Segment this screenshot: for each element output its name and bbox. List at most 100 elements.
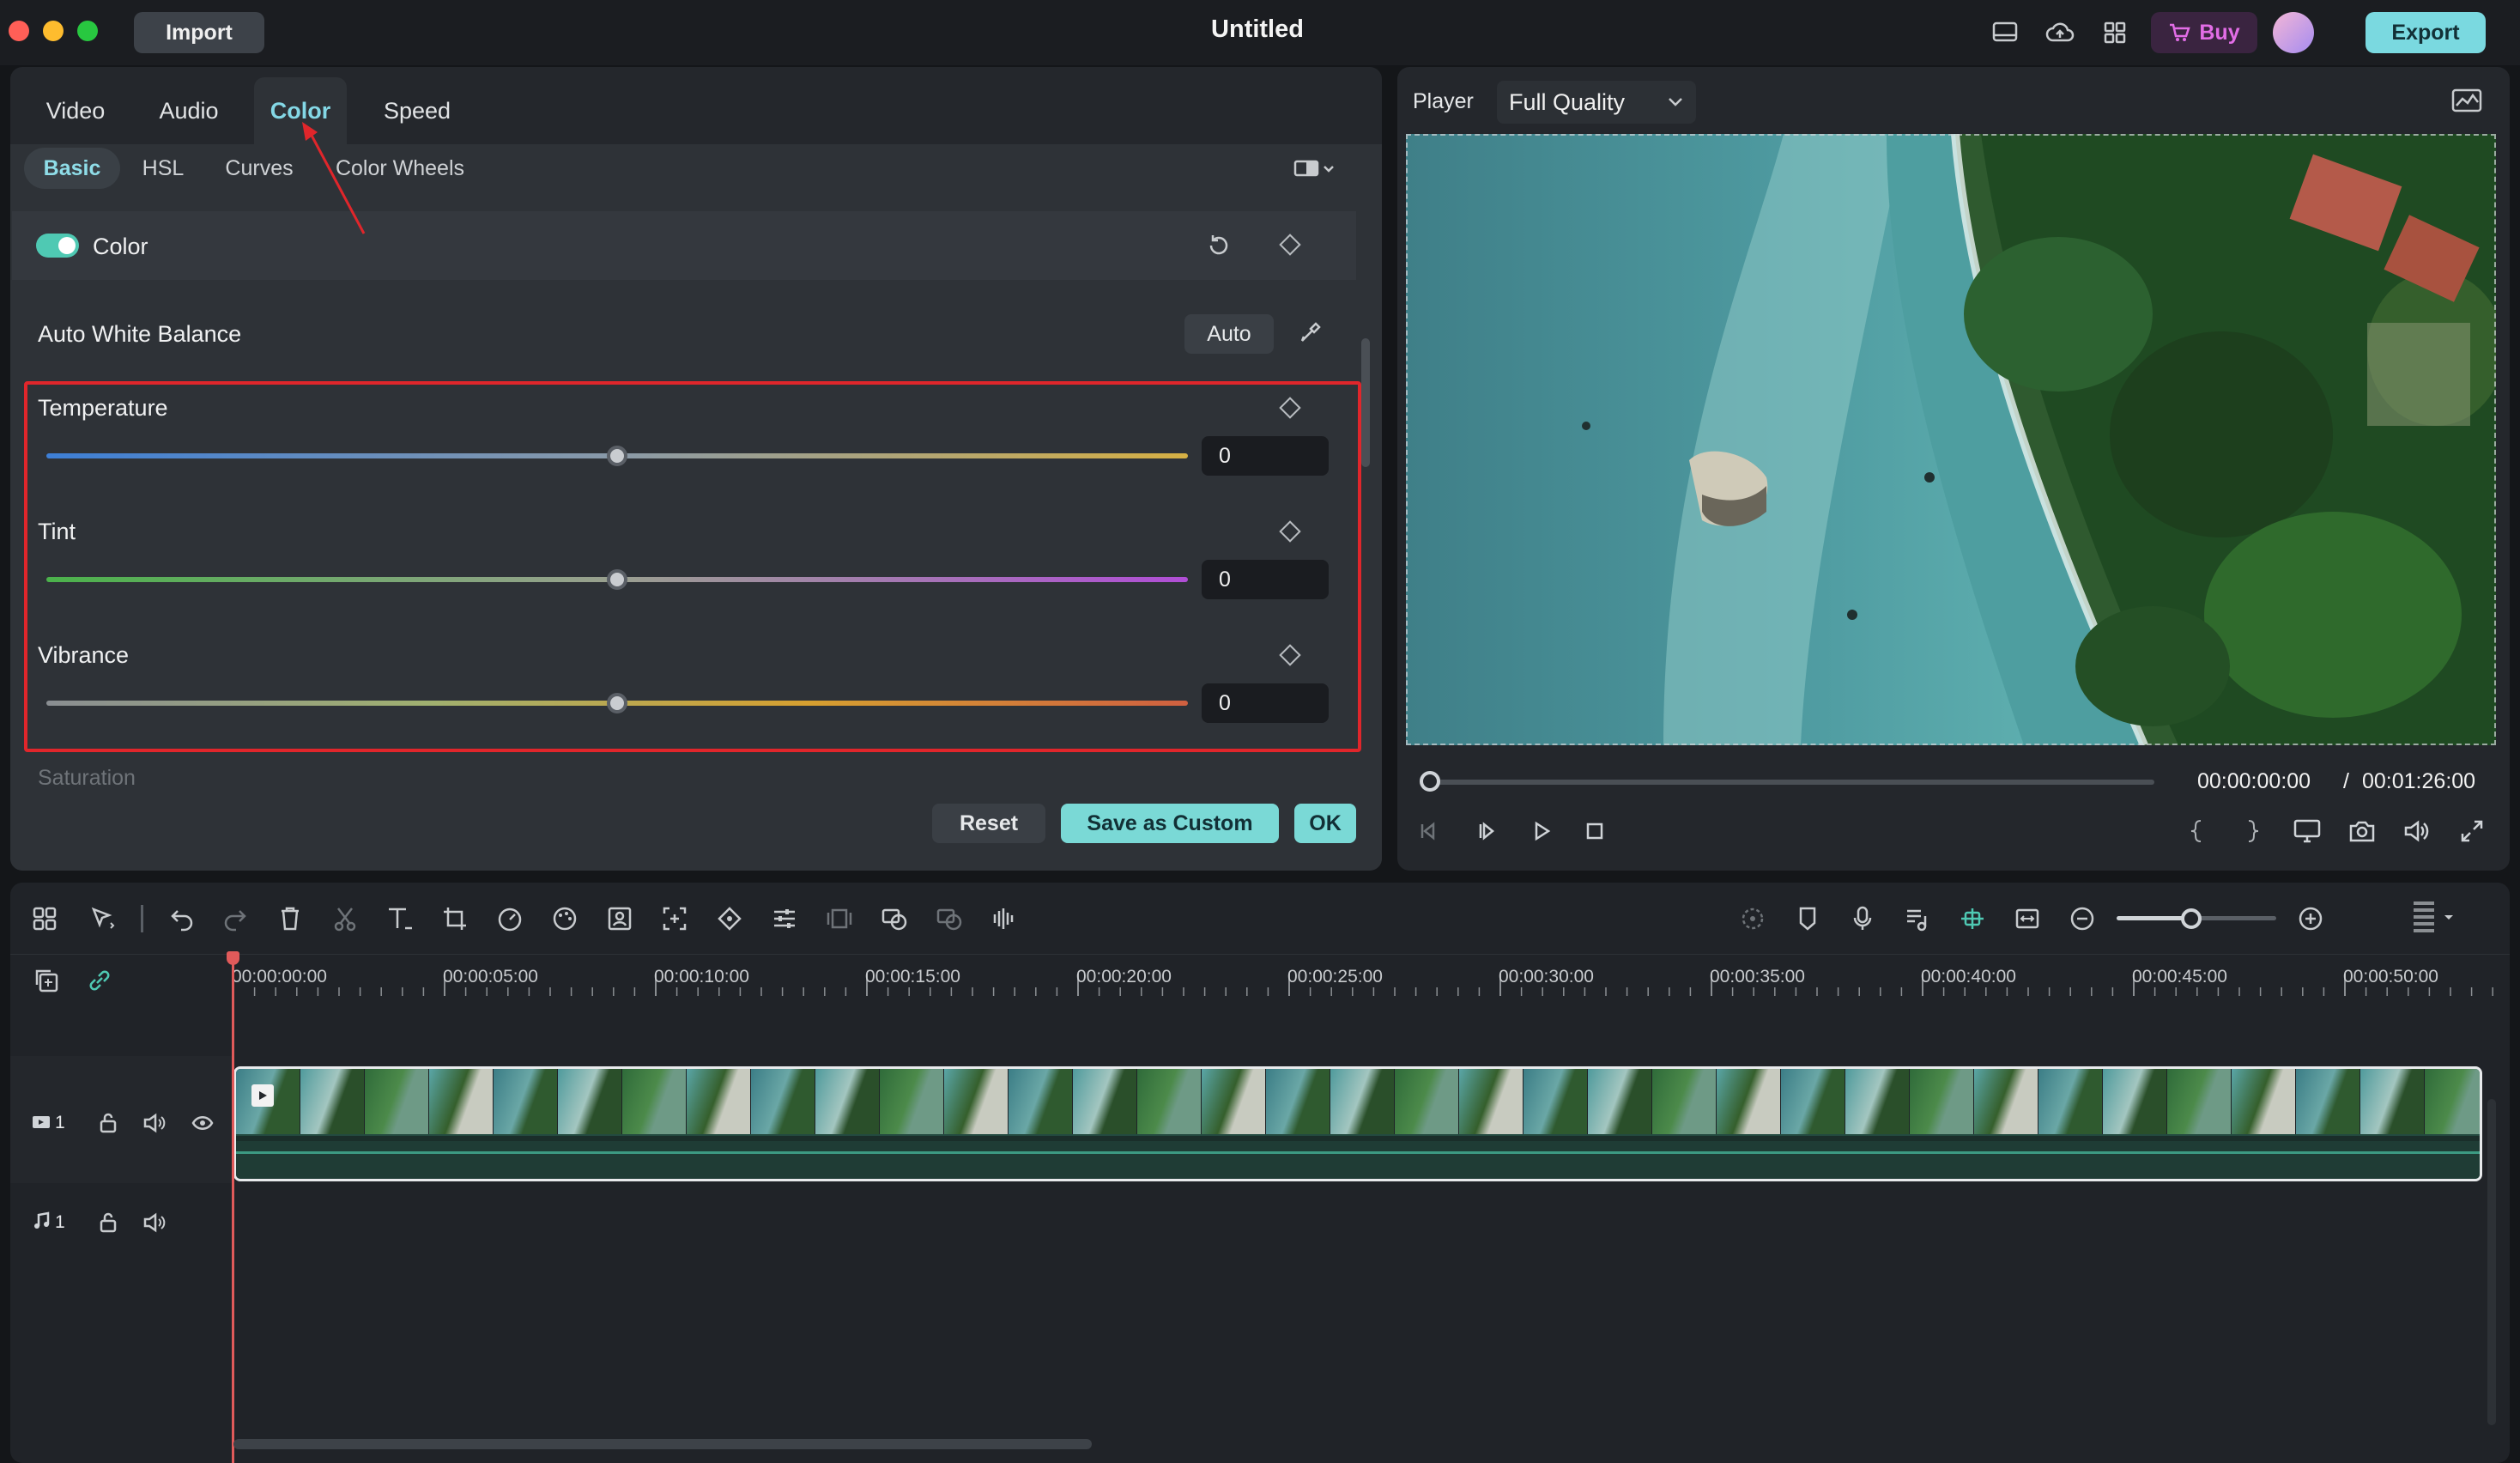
player-progress-knob[interactable] — [1420, 771, 1440, 792]
freeze-frame-icon[interactable] — [822, 901, 857, 936]
split-icon[interactable] — [328, 901, 362, 936]
next-frame-icon[interactable] — [1471, 816, 1502, 847]
compare-view-icon[interactable] — [1287, 155, 1339, 182]
layout-icon[interactable] — [1990, 19, 2020, 46]
display-icon[interactable] — [2290, 816, 2324, 847]
clip-thumbnail-frame — [622, 1069, 687, 1134]
clip-thumbnail-frame — [1845, 1069, 1910, 1134]
quality-select[interactable]: Full Quality — [1497, 81, 1696, 124]
zoom-out-icon[interactable] — [2065, 901, 2099, 936]
clip-thumbnail-frame — [1652, 1069, 1717, 1134]
buy-button[interactable]: Buy — [2151, 12, 2257, 53]
mark-out-icon[interactable] — [2237, 816, 2268, 847]
previous-frame-icon[interactable] — [1413, 816, 1444, 847]
ruler-label: 00:00:40:00 — [1921, 967, 2016, 986]
stop-icon[interactable] — [1579, 816, 1610, 847]
speed-icon[interactable] — [493, 901, 527, 936]
tab-video[interactable]: Video — [29, 77, 122, 144]
zoom-in-icon[interactable] — [2293, 901, 2328, 936]
auto-white-balance-button[interactable]: Auto — [1184, 314, 1274, 354]
subtab-curves[interactable]: Curves — [215, 148, 304, 189]
redo-icon[interactable] — [218, 901, 252, 936]
reset-button[interactable]: Reset — [932, 804, 1045, 843]
total-time: 00:01:26:00 — [2362, 769, 2476, 793]
cloud-upload-icon[interactable] — [2044, 19, 2075, 46]
ruler-label: 00:00:35:00 — [1710, 967, 1805, 986]
tab-speed[interactable]: Speed — [371, 77, 463, 144]
eye-icon[interactable] — [189, 1109, 216, 1137]
video-preview[interactable] — [1406, 134, 2496, 745]
minimize-window-button[interactable] — [43, 21, 64, 41]
timeline-vertical-scrollbar[interactable] — [2487, 1099, 2496, 1425]
ai-effects-icon[interactable] — [932, 901, 966, 936]
text-icon[interactable] — [383, 901, 417, 936]
music-list-icon[interactable] — [1900, 901, 1935, 936]
speaker-icon[interactable] — [141, 1109, 168, 1137]
clip-thumbnail-frame — [2167, 1069, 2232, 1134]
subtab-hsl[interactable]: HSL — [134, 148, 192, 189]
eyedropper-icon[interactable] — [1294, 318, 1325, 349]
volume-icon[interactable] — [2400, 816, 2434, 847]
timeline-scrollbar[interactable] — [233, 1439, 1092, 1449]
clip-thumbnail-frame — [815, 1069, 880, 1134]
render-preview-icon[interactable] — [1736, 901, 1770, 936]
user-avatar[interactable] — [2273, 12, 2314, 53]
layout-grid-icon[interactable] — [27, 901, 62, 936]
microphone-icon[interactable] — [1845, 901, 1880, 936]
editor-scrollbar[interactable] — [1361, 338, 1370, 467]
import-button[interactable]: Import — [134, 12, 264, 53]
mark-in-icon[interactable] — [2182, 816, 2213, 847]
video-clip[interactable] — [233, 1066, 2482, 1181]
fit-timeline-icon[interactable] — [2010, 901, 2044, 936]
auto-reframe-icon[interactable] — [657, 901, 692, 936]
delete-icon[interactable] — [273, 901, 307, 936]
close-window-button[interactable] — [9, 21, 29, 41]
ruler-label: 00:00:20:00 — [1076, 967, 1172, 986]
clip-thumbnail-frame — [1910, 1069, 1974, 1134]
clip-thumbnail-frame — [429, 1069, 494, 1134]
undo-icon[interactable] — [165, 901, 199, 936]
maximize-window-button[interactable] — [77, 21, 98, 41]
crop-icon[interactable] — [438, 901, 472, 936]
clip-thumbnail-frame — [1202, 1069, 1266, 1134]
snapshot-icon[interactable] — [2345, 816, 2379, 847]
keyframe-tag-icon[interactable] — [712, 901, 747, 936]
color-toggle-switch[interactable] — [36, 234, 79, 258]
play-icon[interactable] — [1526, 816, 1557, 847]
scopes-icon[interactable] — [2450, 86, 2484, 115]
playhead-handle[interactable] — [227, 951, 239, 965]
audio-lock-icon[interactable] — [94, 1209, 122, 1236]
snap-magnet-icon[interactable] — [1955, 901, 1990, 936]
safe-area-border — [1406, 134, 2496, 745]
ruler-label: 00:00:05:00 — [443, 967, 538, 986]
export-button[interactable]: Export — [2366, 12, 2486, 53]
zoom-slider-fill — [2117, 916, 2192, 920]
select-tool-icon[interactable] — [86, 901, 120, 936]
grid-apps-icon[interactable] — [2099, 19, 2130, 46]
current-time: 00:00:00:00 — [2197, 769, 2311, 793]
color-toggle-label: Color — [93, 234, 148, 259]
fullscreen-icon[interactable] — [2455, 816, 2489, 847]
title-bar: Import Untitled Buy Export — [0, 0, 2520, 65]
reset-color-icon[interactable] — [1202, 230, 1236, 261]
link-icon[interactable] — [82, 963, 117, 998]
marker-icon[interactable] — [1790, 901, 1825, 936]
color-palette-icon[interactable] — [548, 901, 582, 936]
ok-button[interactable]: OK — [1294, 804, 1356, 843]
clip-thumbnail-frame — [2038, 1069, 2103, 1134]
tab-audio[interactable]: Audio — [142, 77, 235, 144]
save-as-custom-button[interactable]: Save as Custom — [1061, 804, 1279, 843]
audio-waveform-icon[interactable] — [987, 901, 1021, 936]
ai-portrait-icon[interactable] — [603, 901, 637, 936]
toggle-knob — [58, 237, 76, 254]
player-progress-track[interactable] — [1428, 780, 2154, 785]
audio-speaker-icon[interactable] — [141, 1209, 168, 1236]
lock-icon[interactable] — [94, 1109, 122, 1137]
motion-tracking-icon[interactable] — [877, 901, 912, 936]
adjust-icon[interactable] — [767, 901, 802, 936]
add-track-icon[interactable] — [29, 963, 64, 998]
track-height-icon[interactable] — [2407, 896, 2458, 939]
subtab-basic[interactable]: Basic — [24, 148, 120, 189]
clip-thumbnail-frame — [880, 1069, 944, 1134]
playhead[interactable] — [232, 953, 234, 1463]
